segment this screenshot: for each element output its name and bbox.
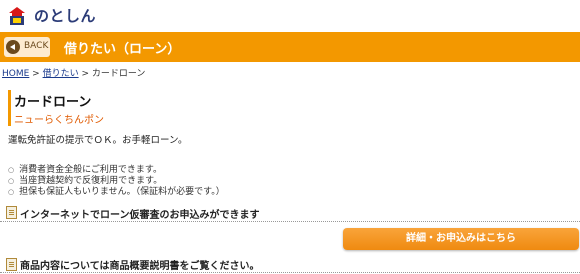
list-item: 担保も保証人もいりません。（保証料が必要です。） — [8, 187, 225, 198]
page-header-bar: BACK 借りたい（ローン） — [0, 32, 580, 62]
internet-application-note: インターネットでローン仮審査のお申込みができます — [20, 210, 260, 221]
divider — [0, 221, 580, 222]
product-description: 運転免許証の提示でＯＫ。お手軽ローン。 — [8, 135, 188, 146]
breadcrumb-separator: > — [29, 69, 43, 79]
breadcrumb-current: カードローン — [91, 69, 146, 79]
feature-list: 消費者資金全般にご利用できます。 当座貸越契約で反復利用できます。 担保も保証人… — [8, 165, 225, 198]
back-arrow-icon — [6, 40, 20, 54]
notoshin-logo-icon[interactable] — [6, 5, 28, 27]
breadcrumb-separator: > — [78, 69, 92, 79]
product-subtitle: ニューらくちんポン — [14, 115, 104, 126]
breadcrumb-borrow-link[interactable]: 借りたい — [43, 69, 79, 79]
breadcrumb: HOME > 借りたい > カードローン — [2, 66, 145, 79]
list-item: 消費者資金全般にご利用できます。 — [8, 165, 225, 176]
details-apply-button[interactable]: 詳細・お申込みはこちら — [343, 228, 579, 250]
section-accent-bar — [8, 90, 11, 126]
document-icon — [6, 258, 17, 271]
back-label: BACK — [24, 41, 49, 51]
product-overview-note: 商品内容については商品概要説明書をご覧ください。 — [20, 261, 260, 272]
site-header: のとしん — [0, 0, 580, 32]
logo-text[interactable]: のとしん — [34, 5, 96, 26]
document-icon — [6, 206, 17, 219]
breadcrumb-home-link[interactable]: HOME — [2, 69, 29, 79]
page-title: 借りたい（ローン） — [64, 42, 181, 57]
list-item: 当座貸越契約で反復利用できます。 — [8, 176, 225, 187]
product-title: カードローン — [14, 95, 92, 110]
back-button[interactable]: BACK — [4, 37, 50, 57]
divider — [0, 272, 580, 273]
